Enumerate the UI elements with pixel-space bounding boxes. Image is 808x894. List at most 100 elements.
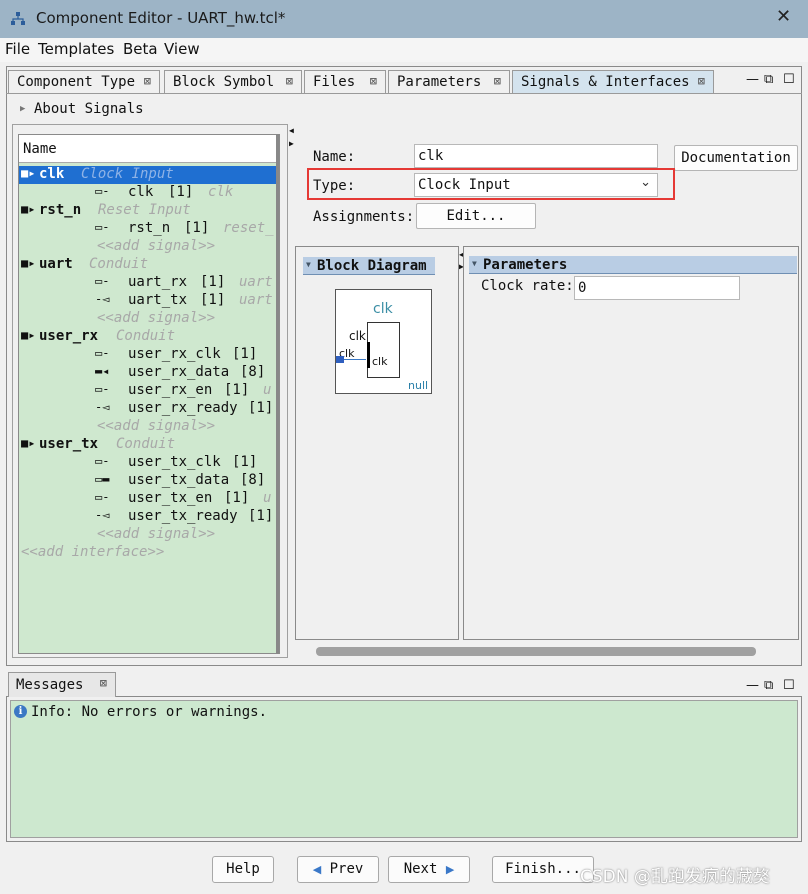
close-tab-icon[interactable]: ⊠: [286, 74, 293, 88]
interface-row-clk[interactable]: ■▸ clk Clock Input: [19, 166, 277, 184]
tab-parameters[interactable]: Parameters ⊠: [388, 70, 510, 94]
tab-label: Files: [313, 74, 356, 90]
signal-row-uart-rx[interactable]: ▭- uart_rx [1] uart: [19, 274, 277, 292]
signal-width: [1]: [232, 454, 258, 470]
menu-templates[interactable]: Templates: [38, 40, 114, 58]
signal-row-user-rx-data[interactable]: ▬◂ user_rx_data [8]: [19, 364, 277, 382]
bus-input-port-icon: ▭▬: [95, 472, 110, 486]
watermark-text: CSDN @乱跑发疯的藏獒: [580, 867, 770, 887]
interface-row-uart[interactable]: ■▸ uart Conduit: [19, 256, 277, 274]
clock-port-bar: [367, 342, 370, 368]
add-signal-row[interactable]: <<add signal>>: [19, 310, 277, 328]
signal-name: rst_n: [128, 220, 171, 236]
signal-row-user-rx-en[interactable]: ▭- user_rx_en [1] u: [19, 382, 277, 400]
add-interface-row[interactable]: <<add interface>>: [19, 544, 277, 562]
tab-files[interactable]: Files ⊠: [304, 70, 386, 94]
close-tab-icon[interactable]: ⊠: [494, 74, 501, 88]
signal-row-user-tx-clk[interactable]: ▭- user_tx_clk [1]: [19, 454, 277, 472]
interface-footer-label: null: [408, 379, 429, 392]
close-window-icon[interactable]: ✕: [776, 6, 791, 27]
panel-splitter[interactable]: [288, 124, 294, 658]
signal-row-user-rx-clk[interactable]: ▭- user_rx_clk [1]: [19, 346, 277, 364]
signal-name: user_rx_ready: [128, 400, 238, 416]
maximize-view-icon[interactable]: ☐: [783, 72, 795, 87]
maximize-view-icon[interactable]: ☐: [783, 678, 795, 693]
minimize-view-icon[interactable]: —: [746, 678, 759, 693]
splitter-left-arrow-icon[interactable]: ◀: [289, 126, 294, 135]
minimize-view-icon[interactable]: —: [746, 72, 759, 87]
signal-row-user-tx-data[interactable]: ▭▬ user_tx_data [8]: [19, 472, 277, 490]
name-input[interactable]: clk: [414, 144, 658, 168]
input-port-icon: ▭-: [95, 346, 110, 360]
interface-icon: ■▸: [21, 166, 36, 180]
parameters-header[interactable]: ▼ Parameters: [469, 256, 797, 274]
prev-button[interactable]: ◀ Prev: [297, 856, 379, 883]
help-button[interactable]: Help: [212, 856, 274, 883]
documentation-button[interactable]: Documentation: [674, 145, 798, 171]
signal-row-uart-tx[interactable]: -◅ uart_tx [1] uart: [19, 292, 277, 310]
interface-row-rst-n[interactable]: ■▸ rst_n Reset Input: [19, 202, 277, 220]
assignments-label: Assignments:: [313, 209, 415, 225]
input-port-icon: ▭-: [95, 274, 110, 288]
output-port-icon: -◅: [95, 400, 110, 414]
input-port-icon: ▭-: [95, 382, 110, 396]
interface-icon: ■▸: [21, 436, 36, 450]
menu-file[interactable]: File: [5, 40, 30, 58]
restore-view-icon[interactable]: ⧉: [764, 678, 773, 693]
close-tab-icon[interactable]: ⊠: [100, 676, 107, 690]
signal-width: [1]: [200, 292, 226, 308]
collapse-triangle-icon: ▼: [472, 259, 477, 268]
signal-role: u: [263, 382, 272, 398]
edit-assignments-button[interactable]: Edit...: [416, 203, 536, 229]
menu-beta[interactable]: Beta: [123, 40, 158, 58]
tree-scrollbar[interactable]: [276, 134, 279, 654]
menu-view[interactable]: View: [164, 40, 200, 58]
input-port-icon: ▭-: [95, 454, 110, 468]
close-tab-icon[interactable]: ⊠: [370, 74, 377, 88]
tree-column-header[interactable]: Name: [19, 135, 279, 163]
interface-icon: ■▸: [21, 328, 36, 342]
signal-row-clk[interactable]: ▭- clk [1] clk: [19, 184, 277, 202]
tab-underline: [6, 93, 802, 94]
signal-row-user-tx-en[interactable]: ▭- user_tx_en [1] u: [19, 490, 277, 508]
add-signal-row[interactable]: <<add signal>>: [19, 238, 277, 256]
signal-width: [1]: [224, 490, 250, 506]
add-signal-row[interactable]: <<add signal>>: [19, 526, 277, 544]
horizontal-scrollbar[interactable]: [296, 643, 798, 661]
next-button[interactable]: Next ▶: [388, 856, 470, 883]
component-name: clk: [373, 301, 393, 317]
tab-signals-interfaces[interactable]: Signals & Interfaces ⊠: [512, 70, 714, 94]
signal-width: [8]: [240, 364, 266, 380]
scrollbar-thumb[interactable]: [316, 647, 756, 656]
tab-block-symbol[interactable]: Block Symbol ⊠: [164, 70, 302, 94]
clock-rate-input[interactable]: 0: [574, 276, 740, 300]
signal-row-user-tx-ready[interactable]: -◅ user_tx_ready [1]: [19, 508, 277, 526]
close-tab-icon[interactable]: ⊠: [144, 74, 151, 88]
tab-component-type[interactable]: Component Type ⊠: [8, 70, 160, 94]
add-interface-label: <<add interface>>: [21, 544, 165, 560]
signals-tree[interactable]: Name ■▸ clk Clock Input ▭- clk [1] clk ■…: [18, 134, 280, 654]
type-select[interactable]: Clock Input ⌄: [414, 173, 658, 197]
close-tab-icon[interactable]: ⊠: [698, 74, 705, 88]
interface-row-user-tx[interactable]: ■▸ user_tx Conduit: [19, 436, 277, 454]
signal-row-rst-n[interactable]: ▭- rst_n [1] reset_: [19, 220, 277, 238]
finish-button[interactable]: Finish...: [492, 856, 594, 883]
signal-row-user-rx-ready[interactable]: -◅ user_rx_ready [1]: [19, 400, 277, 418]
signal-width: [1]: [224, 382, 250, 398]
next-arrow-icon: ▶: [445, 863, 455, 876]
port-label-inner: clk: [372, 355, 388, 368]
signal-role: reset_: [223, 220, 274, 236]
tab-messages[interactable]: Messages ⊠: [8, 672, 116, 697]
signal-name: user_rx_data: [128, 364, 230, 380]
interface-row-user-rx[interactable]: ■▸ user_rx Conduit: [19, 328, 277, 346]
splitter-right-arrow-icon[interactable]: ▶: [289, 139, 294, 148]
block-diagram-header[interactable]: ▼ Block Diagram: [303, 257, 435, 275]
port-label-top: clk: [349, 329, 366, 343]
title-bar: Component Editor - UART_hw.tcl* ✕: [0, 0, 808, 38]
window-title: Component Editor - UART_hw.tcl*: [36, 9, 286, 27]
input-port-icon: ▭-: [95, 490, 110, 504]
signal-width: [8]: [240, 472, 266, 488]
add-signal-row[interactable]: <<add signal>>: [19, 418, 277, 436]
add-signal-label: <<add signal>>: [97, 238, 216, 254]
restore-view-icon[interactable]: ⧉: [764, 72, 773, 87]
